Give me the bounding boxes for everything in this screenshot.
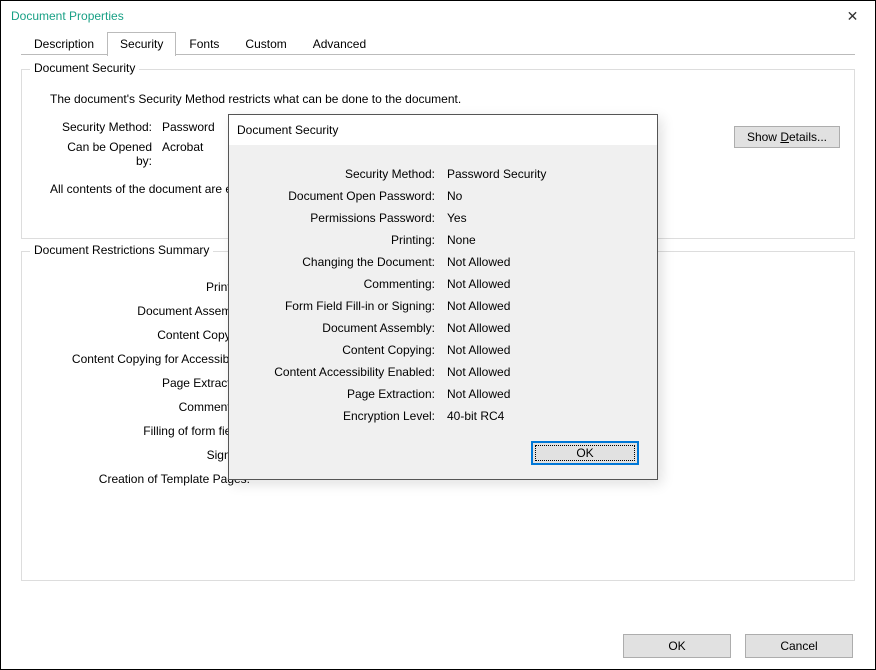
document-security-dialog: Document Security Security Method:Passwo… xyxy=(228,114,658,480)
tab-advanced[interactable]: Advanced xyxy=(300,32,379,55)
security-intro-text: The document's Security Method restricts… xyxy=(50,92,840,106)
modal-row: Content Accessibility Enabled:Not Allowe… xyxy=(247,365,639,379)
modal-row: Document Open Password:No xyxy=(247,189,639,203)
document-properties-window: Document Properties ✕ Description Securi… xyxy=(0,0,876,670)
modal-row: Security Method:Password Security xyxy=(247,167,639,181)
modal-row: Content Copying:Not Allowed xyxy=(247,343,639,357)
tab-fonts[interactable]: Fonts xyxy=(176,32,232,55)
window-title: Document Properties xyxy=(11,9,124,23)
security-method-label: Security Method: xyxy=(50,120,162,134)
modal-row: Permissions Password:Yes xyxy=(247,211,639,225)
close-button[interactable]: ✕ xyxy=(830,1,875,31)
opened-by-label: Can be Opened by: xyxy=(50,140,162,168)
modal-row: Printing:None xyxy=(247,233,639,247)
tab-row: Description Security Fonts Custom Advanc… xyxy=(1,31,875,55)
modal-row: Form Field Fill-in or Signing:Not Allowe… xyxy=(247,299,639,313)
modal-row: Commenting:Not Allowed xyxy=(247,277,639,291)
modal-row: Changing the Document:Not Allowed xyxy=(247,255,639,269)
modal-row: Page Extraction:Not Allowed xyxy=(247,387,639,401)
cancel-button[interactable]: Cancel xyxy=(745,634,853,658)
dialog-button-bar: OK Cancel xyxy=(1,623,875,669)
group-legend: Document Security xyxy=(30,61,139,75)
dialog-body: Security Method:Password Security Docume… xyxy=(229,145,657,479)
modal-row: Encryption Level:40-bit RC4 xyxy=(247,409,639,423)
tab-description[interactable]: Description xyxy=(21,32,107,55)
tab-custom[interactable]: Custom xyxy=(232,32,299,55)
modal-row: Document Assembly:Not Allowed xyxy=(247,321,639,335)
dialog-button-row: OK xyxy=(247,431,639,465)
titlebar: Document Properties ✕ xyxy=(1,1,875,31)
dialog-ok-button[interactable]: OK xyxy=(531,441,639,465)
show-details-button[interactable]: Show Details... xyxy=(734,126,840,148)
group-legend: Document Restrictions Summary xyxy=(30,243,213,257)
close-icon: ✕ xyxy=(847,8,859,25)
dialog-title: Document Security xyxy=(229,115,657,145)
ok-button[interactable]: OK xyxy=(623,634,731,658)
tab-security[interactable]: Security xyxy=(107,32,176,56)
